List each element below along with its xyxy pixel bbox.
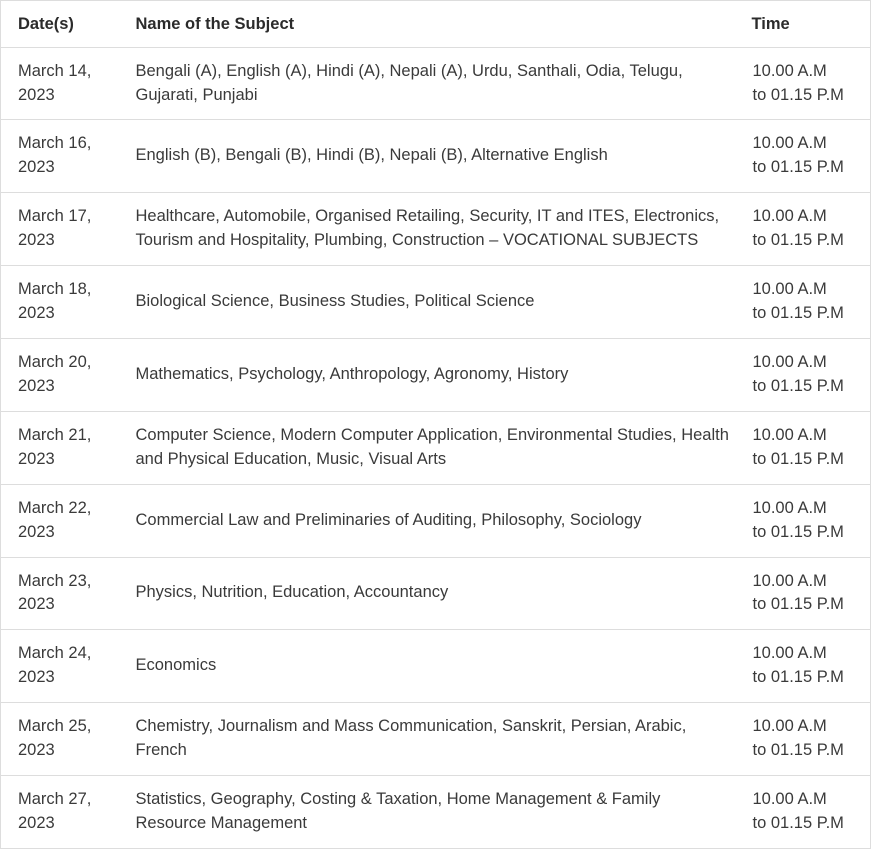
cell-date: March 24, 2023 (0, 629, 119, 704)
cell-subject: Mathematics, Psychology, Anthropology, A… (118, 338, 736, 412)
cell-time: 10.00 A.M to 01.15 P.M (735, 119, 871, 194)
cell-subject: Healthcare, Automobile, Organised Retail… (118, 192, 736, 267)
cell-time: 10.00 A.M to 01.15 P.M (735, 192, 871, 267)
cell-time: 10.00 A.M to 01.15 P.M (735, 484, 871, 558)
cell-date: March 23, 2023 (0, 557, 119, 631)
table-header: Date(s) Name of the Subject Time (0, 0, 871, 48)
table-row: March 17, 2023 Healthcare, Automobile, Or… (0, 192, 871, 267)
column-header-date: Date(s) (0, 0, 119, 48)
cell-date: March 17, 2023 (0, 192, 119, 267)
table-row: March 25, 2023 Chemistry, Journalism and … (0, 702, 871, 777)
cell-subject: Economics (118, 629, 736, 704)
cell-subject: Statistics, Geography, Costing & Taxatio… (135, 790, 661, 832)
table-row: March 14, 2023 Bengali (A), English (A), … (0, 47, 871, 121)
cell-subject: Computer Science, Modern Computer Applic… (118, 411, 736, 485)
exam-routine-table: Date(s) Name of the Subject Time March 1… (0, 0, 871, 849)
table-header-row: Date(s) Name of the Subject Time (0, 0, 871, 48)
cell-time: 10.00 A.M to 01.15 P.M (735, 702, 871, 777)
table-row: March 23, 2023 Physics, Nutrition, Educat… (0, 557, 871, 631)
cell-time: 10.00 A.M to 01.15 P.M (735, 338, 871, 412)
cell-subject: Physics, Nutrition, Education, Accountan… (118, 557, 736, 631)
table-row: March 18, 2023 Biological Science, Busine… (0, 265, 871, 339)
cell-date: March 22, 2023 (0, 484, 119, 558)
cell-subject: Biological Science, Business Studies, Po… (118, 265, 736, 339)
cell-time: 10.00 A.M to 01.15 P.M (735, 47, 871, 121)
cell-date: March 16, 2023 (0, 119, 119, 194)
table-body: March 14, 2023 Bengali (A), English (A), … (0, 47, 871, 849)
cell-date: March 14, 2023 (0, 47, 119, 121)
cell-date: March 18, 2023 (0, 265, 119, 339)
table-row: March 27, 2023 Statistics, Geography, Cos… (1, 776, 871, 849)
cell-date: March 25, 2023 (0, 702, 119, 777)
table-row: March 22, 2023 Commercial Law and Prelimi… (0, 484, 871, 558)
cell-date: March 20, 2023 (0, 338, 119, 412)
table-row: March 21, 2023 Computer Science, Modern C… (0, 411, 871, 485)
table-row: March 16, 2023 English (B), Bengali (B), … (0, 119, 871, 194)
cell-subject: Chemistry, Journalism and Mass Communica… (118, 702, 736, 777)
cell-date: March 21, 2023 (0, 411, 119, 485)
cell-time: 10.00 A.M to 01.15 P.M (735, 411, 871, 485)
cell-date: March 27, 2023 (18, 790, 92, 832)
cell-time: 10.00 A.M to 01.15 P.M (752, 790, 844, 832)
cell-subject: Commercial Law and Preliminaries of Audi… (118, 484, 736, 558)
column-header-time: Time (735, 0, 871, 48)
cell-subject: English (B), Bengali (B), Hindi (B), Nep… (118, 119, 736, 194)
cell-time: 10.00 A.M to 01.15 P.M (735, 629, 871, 704)
table-row: March 20, 2023 Mathematics, Psychology, A… (0, 338, 871, 412)
cell-time: 10.00 A.M to 01.15 P.M (735, 265, 871, 339)
cell-subject: Bengali (A), English (A), Hindi (A), Nep… (118, 47, 736, 121)
cell-time: 10.00 A.M to 01.15 P.M (735, 557, 871, 631)
table-row: March 24, 2023 Economics 10.00 A.M to 01.1… (0, 629, 871, 704)
column-header-subject: Name of the Subject (118, 0, 736, 48)
